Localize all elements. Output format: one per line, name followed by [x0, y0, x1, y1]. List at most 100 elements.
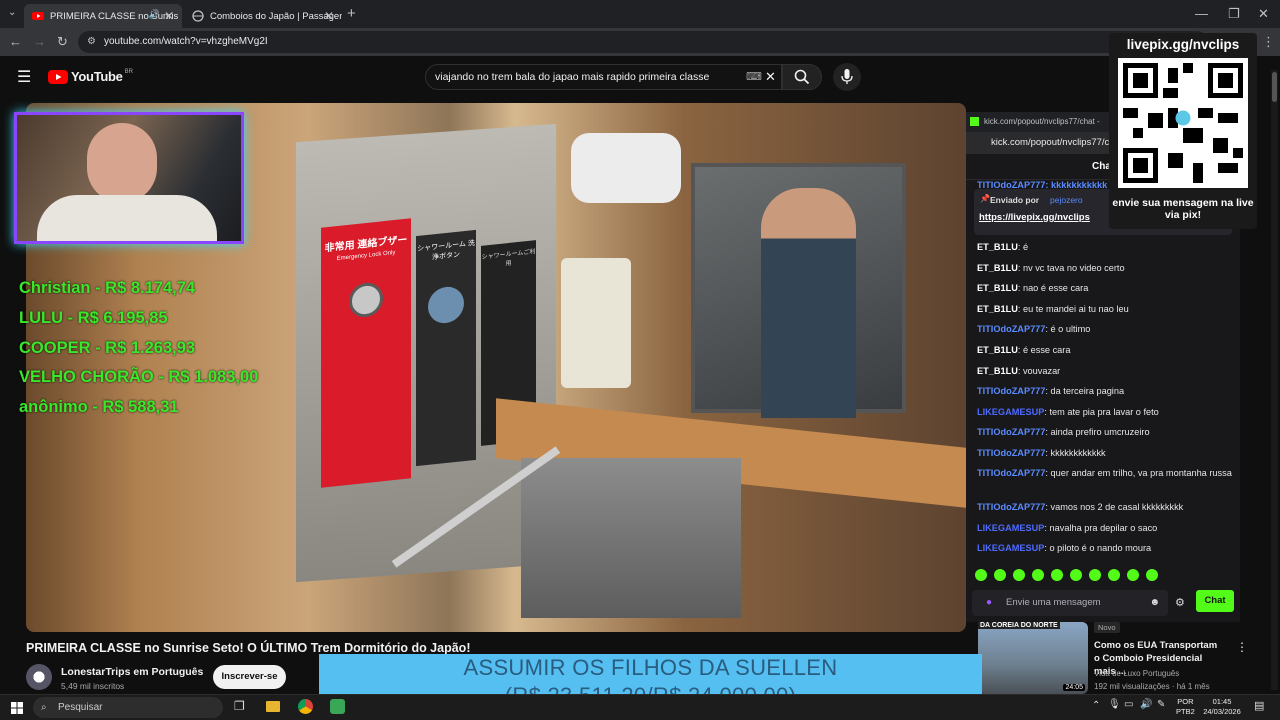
chat-message: ET_B1LU: nao é esse cara — [977, 281, 1232, 295]
emote-icon[interactable] — [1089, 569, 1101, 581]
back-icon[interactable]: ← — [9, 34, 22, 49]
donor-entry: VELHO CHORÃO - R$ 1.083,00 — [19, 368, 259, 387]
chat-username[interactable]: ET_B1LU — [977, 366, 1018, 376]
taskbar-search[interactable]: ⌕ Pesquisar — [33, 697, 223, 718]
emote-icon[interactable] — [1127, 569, 1139, 581]
tab-comboios[interactable]: Comboios do Japão | Passagen ✕ — [184, 4, 342, 28]
recommended-thumbnail[interactable]: DA COREIA DO NORTE 24:05 — [978, 622, 1088, 694]
pinned-link[interactable]: https://livepix.gg/nvclips — [979, 212, 1090, 223]
chat-message: LIKEGAMESUP: tem ate pia pra lavar o fet… — [977, 405, 1232, 419]
chat-send-button[interactable]: Chat — [1196, 590, 1234, 612]
tray-network-icon[interactable]: ▭ — [1124, 699, 1133, 710]
mic-icon[interactable]: ● — [986, 590, 992, 616]
search-button[interactable] — [782, 64, 822, 90]
chat-text: ainda prefiro umcruzeiro — [1050, 427, 1150, 437]
chat-username[interactable]: TITIOdoZAP777 — [977, 448, 1045, 458]
chat-username[interactable]: TITIOdoZAP777 — [977, 502, 1045, 512]
chat-username[interactable]: LIKEGAMESUP — [977, 523, 1044, 533]
reload-icon[interactable]: ↻ — [57, 34, 68, 50]
youtube-logo-text: YouTube — [71, 69, 123, 84]
chat-username[interactable]: ET_B1LU — [977, 345, 1018, 355]
subscribe-button[interactable]: Inscrever-se — [213, 665, 286, 689]
chat-popout-titlebar: kick.com/popout/nvclips77/chat - — [966, 112, 1111, 132]
info-sign-title: シャワールームご利用 — [481, 249, 536, 268]
site-info-icon[interactable]: ⚙ — [87, 31, 96, 53]
chat-username[interactable]: TITIOdoZAP777 — [977, 324, 1045, 334]
chat-username[interactable]: TITIOdoZAP777 — [977, 468, 1045, 478]
chat-body: TITIOdoZAP777: kkkkkkkkkkk 📌 Enviado por… — [966, 180, 1240, 590]
window-close-icon[interactable]: ✕ — [1258, 6, 1269, 22]
hamburger-menu-icon[interactable]: ☰ — [17, 67, 31, 87]
chat-message-input[interactable]: ● Envie uma mensagem ☻ — [972, 590, 1168, 616]
chat-settings-icon[interactable]: ⚙ — [1175, 596, 1185, 609]
emote-icon[interactable] — [1051, 569, 1063, 581]
donor-entry: Christian - R$ 8.174,74 — [19, 279, 196, 297]
clock[interactable]: 01:45 24/03/2026 — [1200, 697, 1244, 717]
tray-volume-icon[interactable]: 🔊 — [1140, 699, 1152, 710]
chrome-icon[interactable] — [298, 699, 313, 714]
sink-cabinet — [521, 458, 741, 618]
keyboard-icon[interactable]: ⌨ — [746, 65, 762, 89]
chat-username[interactable]: ET_B1LU — [977, 304, 1018, 314]
language-top: POR — [1177, 697, 1194, 706]
chat-username[interactable]: LIKEGAMESUP — [977, 543, 1044, 553]
forward-icon[interactable]: → — [33, 34, 46, 49]
channel-avatar[interactable] — [26, 664, 52, 690]
maximize-icon[interactable]: ❐ — [1228, 6, 1240, 22]
windows-start-icon[interactable] — [11, 702, 23, 714]
voice-search-button[interactable] — [833, 63, 861, 91]
browser-menu-icon[interactable]: ⋮ — [1262, 34, 1275, 50]
donor-entry: LULU - R$ 6.195,85 — [19, 308, 168, 327]
tray-mic-icon[interactable]: 🎙 — [1108, 699, 1121, 710]
chat-username[interactable]: LIKEGAMESUP — [977, 407, 1044, 417]
search-input[interactable]: viajando no trem bala do japao mais rapi… — [425, 64, 782, 90]
tray-chevron-icon[interactable]: ⌃ — [1092, 700, 1100, 711]
search-icon — [794, 69, 810, 85]
video-title: PRIMEIRA CLASSE no Sunrise Seto! O ÚLTIM… — [26, 641, 471, 655]
chat-username[interactable]: ET_B1LU — [977, 263, 1018, 273]
app-icon[interactable] — [330, 699, 345, 714]
tab-youtube-video[interactable]: PRIMEIRA CLASSE no Sunris 🔊 ✕ — [24, 4, 182, 28]
paper-holder — [561, 258, 631, 388]
pinned-sender: pejozero — [1050, 195, 1083, 205]
tab-close-icon[interactable]: ✕ — [164, 9, 174, 23]
more-options-icon[interactable]: ⋮ — [1236, 640, 1248, 654]
notifications-icon[interactable]: ▤ — [1254, 699, 1264, 712]
new-tab-button[interactable]: + — [347, 5, 356, 22]
task-view-icon[interactable]: ❐ — [234, 699, 245, 713]
emote-icon[interactable] — [975, 569, 987, 581]
page-scrollbar[interactable] — [1271, 70, 1278, 690]
chat-message: TITIOdoZAP777: ainda prefiro umcruzeiro — [977, 425, 1232, 439]
emote-icon[interactable] — [1146, 569, 1158, 581]
chat-message: TITIOdoZAP777: da terceira pagina — [977, 384, 1232, 398]
emote-icon[interactable] — [1108, 569, 1120, 581]
chat-text: nao é esse cara — [1022, 283, 1089, 293]
minimize-icon[interactable]: — — [1195, 6, 1208, 21]
tab-audio-icon[interactable]: 🔊 — [149, 9, 160, 20]
tab-label: Comboios do Japão | Passagen — [210, 10, 342, 22]
emote-icon[interactable] — [1070, 569, 1082, 581]
emoji-icon[interactable]: ☻ — [1149, 590, 1160, 616]
search-query: viajando no trem bala do japao mais rapi… — [435, 71, 710, 83]
pin-icon: 📌 — [980, 194, 990, 203]
recommended-video[interactable]: DA COREIA DO NORTE 24:05 Novo Como os EU… — [978, 622, 1248, 696]
tray-pen-icon[interactable]: ✎ — [1157, 699, 1165, 710]
chat-message: TITIOdoZAP777: é o ultimo — [977, 322, 1232, 336]
emote-icon[interactable] — [994, 569, 1006, 581]
chat-username[interactable]: TITIOdoZAP777 — [977, 386, 1045, 396]
streamer-face — [87, 123, 157, 203]
address-bar[interactable]: ⚙ youtube.com/watch?v=vhzgheMVg2I — [78, 31, 1208, 53]
clear-search-icon[interactable]: ✕ — [765, 65, 776, 89]
channel-name[interactable]: LonestarTrips em Português — [61, 666, 203, 678]
chat-username[interactable]: ET_B1LU — [977, 242, 1018, 252]
tab-list-chevron-icon[interactable]: ⌄ — [8, 7, 16, 18]
emote-icon[interactable] — [1013, 569, 1025, 581]
file-explorer-icon[interactable] — [266, 701, 280, 712]
tab-close-icon[interactable]: ✕ — [324, 9, 334, 23]
youtube-logo[interactable]: YouTube BR — [48, 69, 133, 84]
chat-username[interactable]: ET_B1LU — [977, 283, 1018, 293]
language-indicator[interactable]: POR PTB2 — [1176, 697, 1195, 717]
emote-icon[interactable] — [1032, 569, 1044, 581]
chat-username[interactable]: TITIOdoZAP777 — [977, 427, 1045, 437]
chat-text: o piloto é o nando moura — [1049, 543, 1152, 553]
